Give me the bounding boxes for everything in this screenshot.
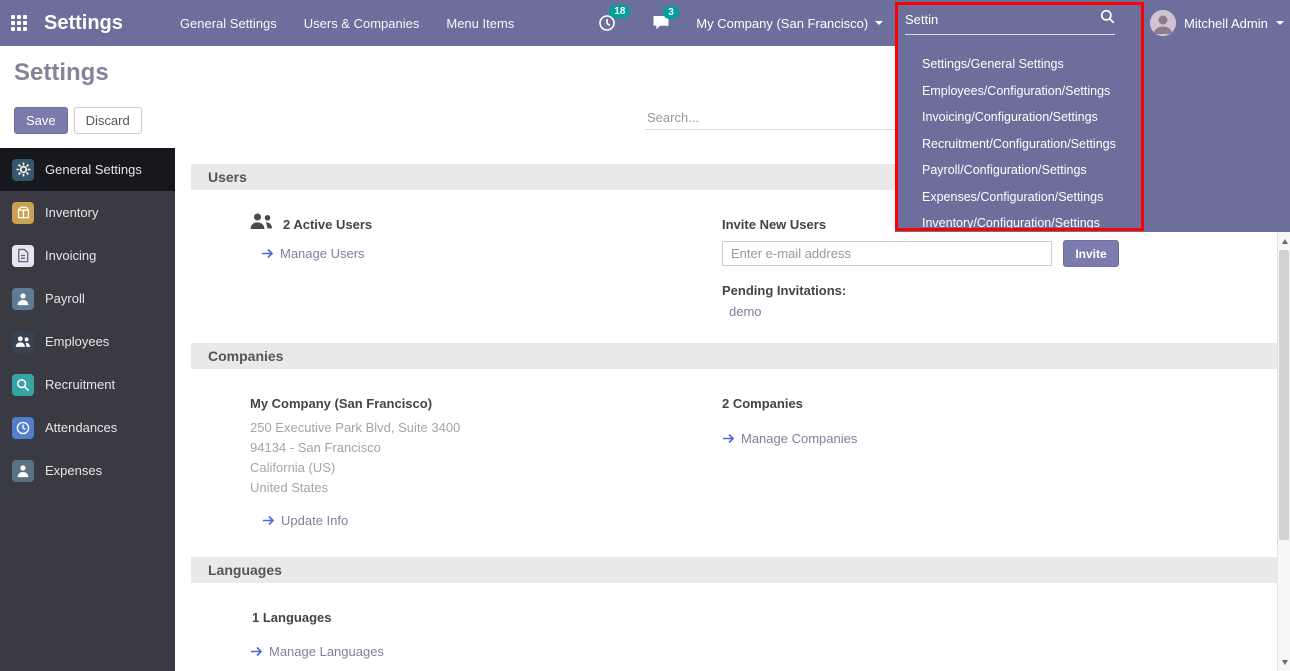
- menu-general-settings[interactable]: General Settings: [180, 16, 277, 31]
- employees-app-icon: [12, 331, 34, 353]
- languages-count: 1 Languages: [252, 610, 331, 625]
- app-title[interactable]: Settings: [44, 12, 123, 35]
- sidebar-item-label: Payroll: [45, 291, 85, 306]
- manage-users-link[interactable]: Manage Users: [261, 246, 365, 261]
- chevron-down-icon: [875, 21, 883, 25]
- sidebar-item-label: Attendances: [45, 420, 117, 435]
- invite-button[interactable]: Invite: [1063, 240, 1119, 267]
- invoicing-app-icon: [12, 245, 34, 267]
- sidebar-item-label: Employees: [45, 334, 109, 349]
- activity-badge: 18: [609, 5, 630, 18]
- settings-sidebar: General Settings Inventory Invoicing Pay…: [0, 148, 175, 671]
- menu-users-companies[interactable]: Users & Companies: [304, 16, 420, 31]
- suggestion-item[interactable]: Invoicing/Configuration/Settings: [898, 104, 1142, 131]
- user-name: Mitchell Admin: [1184, 16, 1268, 31]
- save-button[interactable]: Save: [14, 107, 68, 134]
- sidebar-item-label: General Settings: [45, 162, 142, 177]
- search-icon[interactable]: [1100, 9, 1115, 29]
- company-switcher[interactable]: My Company (San Francisco): [696, 16, 883, 31]
- activity-clock-button[interactable]: 18: [598, 14, 616, 32]
- sidebar-item-label: Inventory: [45, 205, 98, 220]
- expenses-app-icon: [12, 460, 34, 482]
- manage-languages-label: Manage Languages: [269, 644, 384, 659]
- manage-users-label: Manage Users: [280, 246, 365, 261]
- pending-user-demo[interactable]: demo: [729, 304, 762, 319]
- search-suggestions-list: Settings/General Settings Employees/Conf…: [898, 46, 1142, 237]
- manage-companies-label: Manage Companies: [741, 431, 857, 446]
- chevron-down-icon: [1276, 21, 1284, 25]
- address-line: California (US): [250, 458, 460, 478]
- arrow-right-icon: [262, 515, 275, 526]
- invite-new-users-label: Invite New Users: [722, 217, 826, 232]
- user-menu[interactable]: Mitchell Admin: [1150, 0, 1284, 46]
- vertical-scrollbar[interactable]: [1277, 232, 1290, 671]
- active-users-count: 2 Active Users: [283, 217, 372, 232]
- companies-count: 2 Companies: [722, 396, 803, 411]
- suggestion-item[interactable]: Inventory/Configuration/Settings: [898, 210, 1142, 237]
- section-header-languages: Languages: [191, 557, 1290, 583]
- payroll-app-icon: [12, 288, 34, 310]
- scroll-up-arrow[interactable]: [1278, 234, 1290, 248]
- sidebar-item-attendances[interactable]: Attendances: [0, 406, 175, 449]
- pending-invitations-label: Pending Invitations:: [722, 283, 846, 298]
- arrow-right-icon: [261, 248, 274, 259]
- company-name: My Company (San Francisco): [696, 16, 868, 31]
- sidebar-item-inventory[interactable]: Inventory: [0, 191, 175, 234]
- invite-email-input[interactable]: [722, 241, 1052, 266]
- sidebar-item-invoicing[interactable]: Invoicing: [0, 234, 175, 277]
- avatar: [1150, 10, 1176, 36]
- address-line: United States: [250, 478, 460, 498]
- button-row: Save Discard: [14, 107, 142, 134]
- general-settings-app-icon: [12, 159, 34, 181]
- suggestion-item[interactable]: Expenses/Configuration/Settings: [898, 184, 1142, 211]
- arrow-right-icon: [722, 433, 735, 444]
- section-companies: My Company (San Francisco) 250 Executive…: [191, 369, 1290, 557]
- suggestion-item[interactable]: Recruitment/Configuration/Settings: [898, 131, 1142, 158]
- company-address: 250 Executive Park Blvd, Suite 3400 9413…: [250, 418, 460, 498]
- messages-button[interactable]: 3: [652, 15, 670, 31]
- sidebar-item-label: Expenses: [45, 463, 102, 478]
- manage-companies-link[interactable]: Manage Companies: [722, 431, 857, 446]
- sidebar-item-label: Recruitment: [45, 377, 115, 392]
- page-title: Settings: [14, 59, 109, 87]
- section-header-companies: Companies: [191, 343, 1290, 369]
- scroll-down-arrow[interactable]: [1278, 655, 1290, 669]
- suggestion-item[interactable]: Employees/Configuration/Settings: [898, 78, 1142, 105]
- navbar-search-input[interactable]: [905, 12, 1100, 27]
- suggestion-item[interactable]: Settings/General Settings: [898, 51, 1142, 78]
- address-line: 250 Executive Park Blvd, Suite 3400: [250, 418, 460, 438]
- arrow-right-icon: [250, 646, 263, 657]
- update-info-link[interactable]: Update Info: [262, 513, 348, 528]
- suggestion-item[interactable]: Payroll/Configuration/Settings: [898, 157, 1142, 184]
- users-group-icon: [248, 212, 275, 236]
- systray: 18 3: [598, 14, 670, 32]
- inventory-app-icon: [12, 202, 34, 224]
- navbar-search: [905, 9, 1115, 35]
- sidebar-item-employees[interactable]: Employees: [0, 320, 175, 363]
- sidebar-item-general-settings[interactable]: General Settings: [0, 148, 175, 191]
- menu-menu-items[interactable]: Menu Items: [446, 16, 514, 31]
- messages-badge: 3: [663, 6, 679, 19]
- discard-button[interactable]: Discard: [74, 107, 142, 134]
- manage-languages-link[interactable]: Manage Languages: [250, 644, 384, 659]
- apps-grid-icon[interactable]: [11, 15, 27, 31]
- address-line: 94134 - San Francisco: [250, 438, 460, 458]
- scrollbar-thumb[interactable]: [1279, 250, 1289, 540]
- navbar-menu: General Settings Users & Companies Menu …: [180, 16, 514, 31]
- sidebar-item-recruitment[interactable]: Recruitment: [0, 363, 175, 406]
- company-name-label: My Company (San Francisco): [250, 396, 432, 411]
- sidebar-item-payroll[interactable]: Payroll: [0, 277, 175, 320]
- recruitment-app-icon: [12, 374, 34, 396]
- update-info-label: Update Info: [281, 513, 348, 528]
- sidebar-item-expenses[interactable]: Expenses: [0, 449, 175, 492]
- sidebar-item-label: Invoicing: [45, 248, 96, 263]
- section-languages: 1 Languages Manage Languages: [191, 583, 1290, 671]
- attendances-app-icon: [12, 417, 34, 439]
